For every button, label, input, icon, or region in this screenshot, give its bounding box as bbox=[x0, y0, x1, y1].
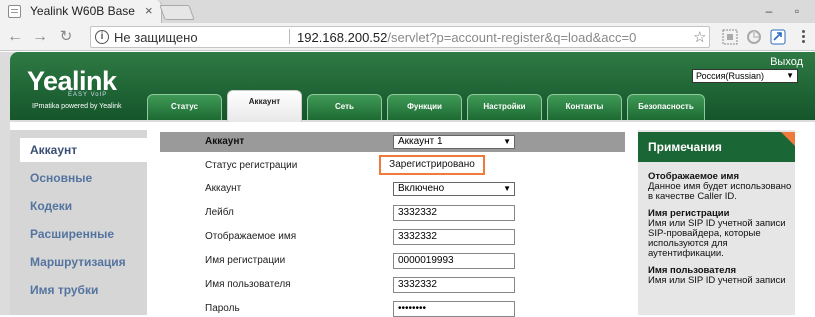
minimize-icon[interactable]: – bbox=[760, 2, 778, 20]
browser-tabstrip: Yealink W60B Base × – ▫ bbox=[0, 0, 815, 23]
chevron-down-icon: ▼ bbox=[503, 137, 511, 146]
info-icon[interactable]: i bbox=[95, 30, 109, 44]
address-bar: ← → ↻ i Не защищено 192.168.200.52/servl… bbox=[0, 23, 815, 51]
language-select[interactable]: Россия(Russian) ▼ bbox=[692, 69, 798, 83]
notes-body: Отображаемое имя Данное имя будет исполь… bbox=[648, 172, 793, 293]
url-path: /servlet?p=account-register&q=load&acc=0 bbox=[387, 30, 637, 45]
label-label: Лейбл bbox=[205, 207, 234, 218]
note-text: Данное имя будет использовано в качестве… bbox=[648, 181, 792, 202]
display-name-input[interactable]: 3332332 bbox=[393, 229, 515, 245]
register-name-label: Имя регистрации bbox=[205, 255, 286, 266]
tab-settings[interactable]: Настройки bbox=[467, 94, 542, 120]
registration-status-badge: Зарегистрировано bbox=[379, 155, 485, 175]
username-input[interactable]: 3332332 bbox=[393, 277, 515, 293]
note-text: Имя или SIP ID учетной записи bbox=[648, 275, 786, 286]
browser-tab[interactable]: Yealink W60B Base × bbox=[0, 0, 162, 23]
registration-status-label: Статус регистрации bbox=[205, 160, 298, 171]
omnibox-separator bbox=[289, 29, 290, 44]
router-page: Yealink EASY VoIP IPmatika powered by Ye… bbox=[0, 52, 815, 317]
account-enable-value: Включено bbox=[398, 183, 445, 194]
url-host: 192.168.200.52 bbox=[297, 30, 388, 45]
account-enable-select[interactable]: Включено ▼ bbox=[393, 182, 515, 196]
powered-by-text: IPmatika powered by Yealink bbox=[32, 103, 122, 110]
sidebar-item-handset-name[interactable]: Имя трубки bbox=[20, 278, 147, 302]
account-enable-label: Аккаунт bbox=[205, 183, 242, 194]
display-name-label: Отображаемое имя bbox=[205, 231, 297, 242]
tab-status[interactable]: Статус bbox=[147, 94, 222, 120]
forward-icon[interactable]: → bbox=[30, 27, 50, 47]
notes-title: Примечания bbox=[648, 140, 722, 154]
tab-security[interactable]: Безопасность bbox=[627, 94, 705, 120]
notes-corner-decoration bbox=[781, 132, 795, 146]
browser-menu-icon[interactable] bbox=[797, 28, 809, 44]
tab-network[interactable]: Сеть bbox=[307, 94, 382, 120]
tab-account[interactable]: Аккаунт bbox=[227, 90, 302, 122]
account-select-label: Аккаунт bbox=[205, 136, 245, 147]
reload-icon[interactable]: ↻ bbox=[56, 27, 76, 47]
page-header: Yealink EASY VoIP IPmatika powered by Ye… bbox=[10, 52, 815, 122]
url-field[interactable]: i Не защищено 192.168.200.52/servlet?p=a… bbox=[90, 26, 710, 48]
language-value: Россия(Russian) bbox=[696, 71, 765, 81]
tab-title: Yealink W60B Base bbox=[30, 4, 135, 18]
chevron-down-icon: ▼ bbox=[786, 71, 794, 80]
bookmark-star-icon[interactable]: ☆ bbox=[693, 28, 706, 46]
tab-close-icon[interactable]: × bbox=[145, 3, 153, 19]
username-label: Имя пользователя bbox=[205, 279, 291, 290]
note-text: Имя или SIP ID учетной записи SIP-провай… bbox=[648, 218, 786, 259]
form-header: Аккаунт Аккаунт 1 ▼ bbox=[160, 132, 625, 152]
tab-contacts[interactable]: Контакты bbox=[547, 94, 622, 120]
account-select[interactable]: Аккаунт 1 ▼ bbox=[393, 135, 515, 149]
notes-panel: Примечания Отображаемое имя Данное имя б… bbox=[638, 130, 795, 315]
sidebar-item-basic[interactable]: Основные bbox=[20, 166, 147, 190]
new-tab-button[interactable] bbox=[159, 5, 195, 20]
account-form: Аккаунт Аккаунт 1 ▼ Статус регистрации З… bbox=[160, 130, 625, 317]
chevron-down-icon: ▼ bbox=[503, 184, 511, 193]
url-text[interactable]: 192.168.200.52/servlet?p=account-registe… bbox=[297, 30, 636, 45]
sidebar-item-routing[interactable]: Маршрутизация bbox=[20, 250, 147, 274]
label-input[interactable]: 3332332 bbox=[393, 205, 515, 221]
extension-icon[interactable] bbox=[746, 29, 762, 45]
logo-tagline: EASY VoIP bbox=[68, 92, 108, 98]
sidebar-item-account[interactable]: Аккаунт bbox=[20, 138, 147, 162]
extension-icon[interactable] bbox=[722, 29, 738, 45]
extension-icon[interactable] bbox=[770, 29, 786, 45]
back-icon[interactable]: ← bbox=[5, 27, 25, 47]
logout-link[interactable]: Выход bbox=[770, 56, 803, 68]
password-label: Пароль bbox=[205, 303, 240, 314]
register-name-input[interactable]: 0000019993 bbox=[393, 253, 515, 269]
sidebar-item-codecs[interactable]: Кодеки bbox=[20, 194, 147, 218]
security-status[interactable]: Не защищено bbox=[114, 30, 198, 45]
tab-features[interactable]: Функции bbox=[387, 94, 462, 120]
sidebar-item-advanced[interactable]: Расширенные bbox=[20, 222, 147, 246]
notes-header: Примечания bbox=[638, 132, 795, 162]
sidebar: Аккаунт Основные Кодеки Расширенные Марш… bbox=[10, 130, 147, 315]
page-favicon-icon bbox=[8, 5, 21, 18]
maximize-icon[interactable]: ▫ bbox=[788, 2, 806, 20]
account-select-value: Аккаунт 1 bbox=[398, 136, 443, 147]
